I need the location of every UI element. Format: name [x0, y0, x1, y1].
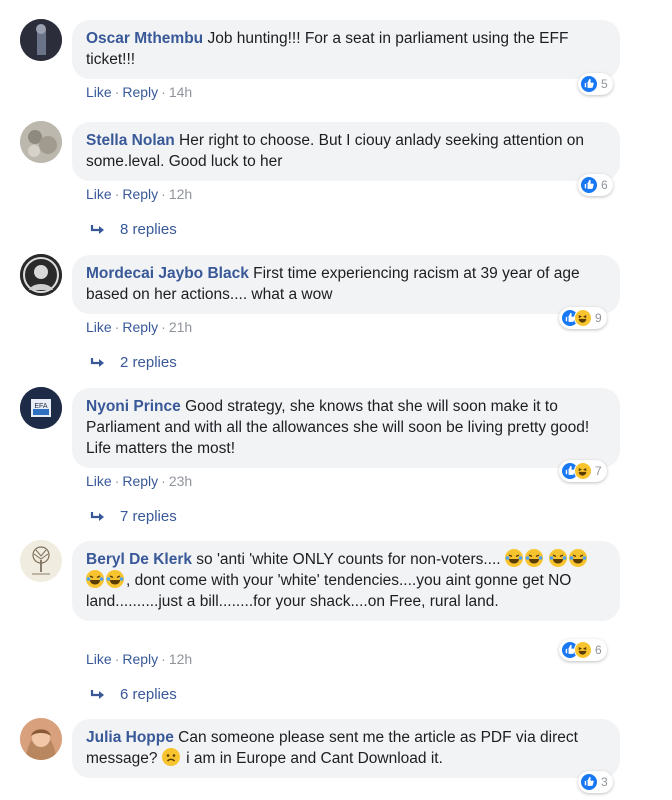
reply-button[interactable]: Reply — [122, 651, 158, 667]
reaction-count: 5 — [601, 77, 608, 91]
author-name[interactable]: Stella Nolan — [86, 132, 175, 149]
haha-icon — [574, 641, 592, 659]
author-name[interactable]: Nyoni Prince — [86, 398, 181, 415]
reply-arrow-icon — [90, 689, 104, 699]
laughing-tears-emoji-icon — [549, 549, 568, 567]
avatar[interactable] — [20, 718, 62, 760]
reply-button[interactable]: Reply — [122, 84, 158, 100]
like-icon — [580, 176, 598, 194]
like-button[interactable]: Like — [86, 319, 112, 335]
author-name[interactable]: Beryl De Klerk — [86, 551, 192, 568]
reaction-count: 3 — [601, 775, 608, 789]
comment-bubble: Julia Hoppe Can someone please sent me t… — [72, 719, 620, 778]
reaction-count: 9 — [595, 311, 602, 325]
like-button[interactable]: Like — [86, 186, 112, 202]
comment-bubble: Nyoni Prince Good strategy, she knows th… — [72, 388, 620, 468]
reply-arrow-icon — [90, 511, 104, 521]
avatar[interactable] — [20, 19, 62, 61]
worried-face-emoji-icon — [161, 748, 180, 766]
comment-actions: Like · Reply · 23h — [86, 473, 193, 489]
reaction-summary[interactable]: 6 — [578, 174, 613, 196]
timestamp[interactable]: 23h — [169, 473, 192, 489]
reaction-count: 6 — [595, 643, 602, 657]
reaction-count: 7 — [595, 464, 602, 478]
timestamp[interactable]: 12h — [169, 186, 192, 202]
avatar[interactable] — [20, 540, 62, 582]
comment-bubble: Mordecai Jaybo Black First time experien… — [72, 255, 620, 314]
laughing-tears-emoji-icon — [569, 549, 588, 567]
like-button[interactable]: Like — [86, 651, 112, 667]
like-icon — [580, 773, 598, 791]
comment-actions: Like · Reply · 14h — [86, 84, 193, 100]
author-name[interactable]: Mordecai Jaybo Black — [86, 265, 249, 282]
comment-actions: Like · Reply · 12h — [86, 651, 193, 667]
like-button[interactable]: Like — [86, 473, 112, 489]
avatar[interactable] — [20, 121, 62, 163]
laughing-tears-emoji-icon — [524, 549, 543, 567]
view-replies-link[interactable]: 8 replies — [90, 221, 177, 238]
view-replies-link[interactable]: 2 replies — [90, 354, 177, 371]
haha-icon — [574, 309, 592, 327]
timestamp[interactable]: 12h — [169, 651, 192, 667]
view-replies-link[interactable]: 7 replies — [90, 508, 177, 525]
like-icon — [580, 75, 598, 93]
reaction-summary[interactable]: 9 — [559, 307, 607, 329]
reply-button[interactable]: Reply — [122, 473, 158, 489]
laughing-tears-emoji-icon — [106, 570, 124, 588]
laughing-tears-emoji-icon — [86, 570, 104, 588]
reaction-summary[interactable]: 7 — [559, 460, 607, 482]
reaction-summary[interactable]: 3 — [578, 771, 613, 793]
timestamp[interactable]: 14h — [169, 84, 192, 100]
author-name[interactable]: Julia Hoppe — [86, 729, 174, 746]
replies-count[interactable]: 7 replies — [120, 508, 177, 525]
reaction-summary[interactable]: 6 — [559, 639, 607, 661]
timestamp[interactable]: 21h — [169, 319, 192, 335]
comment-bubble: Stella Nolan Her right to choose. But I … — [72, 122, 620, 181]
comment-text-part-2: , dont come with your 'white' tendencies… — [86, 572, 572, 610]
comment-text-part-2: i am in Europe and Cant Download it. — [186, 750, 443, 767]
comment-bubble: Beryl De Klerk so 'anti 'white ONLY coun… — [72, 541, 620, 621]
haha-icon — [574, 462, 592, 480]
comment-text-part-1: so 'anti 'white ONLY counts for non-vote… — [196, 551, 501, 568]
view-replies-link[interactable]: 6 replies — [90, 686, 177, 703]
avatar[interactable]: EFA — [20, 387, 62, 429]
comment-actions: Like · Reply · 12h — [86, 186, 193, 202]
avatar[interactable] — [20, 254, 62, 296]
like-button[interactable]: Like — [86, 84, 112, 100]
reply-button[interactable]: Reply — [122, 186, 158, 202]
laughing-tears-emoji-icon — [504, 549, 523, 567]
replies-count[interactable]: 6 replies — [120, 686, 177, 703]
reply-button[interactable]: Reply — [122, 319, 158, 335]
comment-actions: Like · Reply · 21h — [86, 319, 193, 335]
reply-arrow-icon — [90, 357, 104, 367]
reaction-count: 6 — [601, 178, 608, 192]
svg-text:EFA: EFA — [34, 403, 48, 410]
replies-count[interactable]: 2 replies — [120, 354, 177, 371]
reaction-summary[interactable]: 5 — [578, 73, 613, 95]
author-name[interactable]: Oscar Mthembu — [86, 30, 203, 47]
comment-bubble: Oscar Mthembu Job hunting!!! For a seat … — [72, 20, 620, 79]
replies-count[interactable]: 8 replies — [120, 221, 177, 238]
reply-arrow-icon — [90, 224, 104, 234]
